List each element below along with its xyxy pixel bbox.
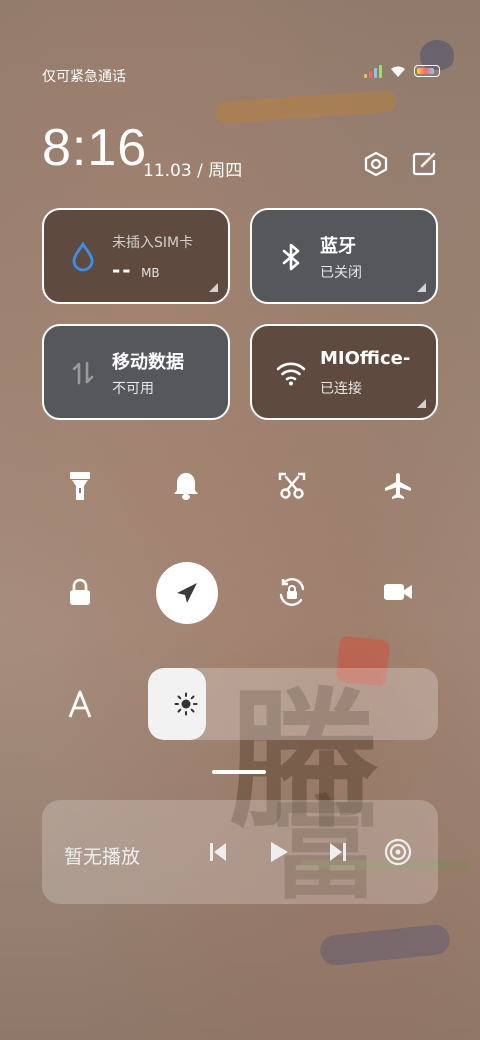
expand-corner-icon	[417, 399, 426, 408]
airplane-toggle[interactable]	[378, 466, 418, 506]
sim-value: --	[112, 258, 133, 282]
navigation-arrow-icon	[177, 583, 197, 603]
expand-corner-icon	[209, 283, 218, 292]
wifi-tile[interactable]: MIOffice- 已连接	[250, 324, 438, 420]
sun-icon	[174, 692, 198, 716]
bluetooth-label: 蓝牙	[320, 236, 356, 257]
bell-icon	[174, 473, 198, 500]
flashlight-toggle[interactable]	[60, 466, 100, 506]
brightness-slider[interactable]	[148, 668, 438, 740]
wifi-label: MIOffice-	[320, 348, 411, 369]
carrier-status: 仅可紧急通话	[42, 69, 126, 85]
scissors-frame-icon	[278, 472, 306, 499]
wifi-status-icon	[391, 65, 405, 77]
clock-date: 11.03 / 周四	[143, 161, 243, 181]
bluetooth-tile[interactable]: 蓝牙 已关闭	[250, 208, 438, 304]
data-arrows-icon	[72, 361, 94, 385]
lock-icon	[70, 578, 90, 605]
mobile-data-status: 不可用	[112, 381, 154, 397]
status-icons	[364, 64, 440, 78]
cast-icon[interactable]	[384, 838, 412, 866]
mobile-data-label: 移动数据	[112, 352, 184, 373]
previous-icon[interactable]	[208, 840, 228, 864]
wifi-icon	[276, 362, 306, 386]
water-drop-icon	[72, 241, 94, 272]
video-camera-icon	[384, 584, 412, 600]
rotation-lock-toggle[interactable]	[272, 572, 312, 612]
bluetooth-status: 已关闭	[320, 265, 362, 281]
flashlight-icon	[70, 472, 90, 500]
sim-usage: -- MB	[112, 258, 160, 282]
wifi-status: 已连接	[320, 381, 362, 397]
play-icon[interactable]	[268, 840, 290, 864]
screenshot-toggle[interactable]	[272, 466, 312, 506]
font-a-icon	[68, 690, 92, 718]
sim-data-tile[interactable]: 未插入SIM卡 -- MB	[42, 208, 230, 304]
sim-unit: MB	[141, 266, 160, 280]
edit-icon[interactable]	[410, 150, 438, 178]
rotation-lock-icon	[279, 578, 305, 606]
lock-toggle[interactable]	[60, 572, 100, 612]
media-status-label: 暂无播放	[64, 846, 141, 868]
bluetooth-icon	[282, 243, 300, 271]
bell-toggle[interactable]	[166, 466, 206, 506]
panel-drag-handle[interactable]	[212, 770, 266, 774]
clock-time: 8:16	[42, 119, 148, 177]
font-toggle[interactable]	[60, 684, 100, 724]
location-toggle[interactable]	[156, 562, 218, 624]
settings-hex-icon[interactable]	[362, 150, 390, 178]
airplane-icon	[385, 473, 411, 499]
media-card: 暂无播放	[42, 800, 438, 904]
sim-label: 未插入SIM卡	[112, 235, 194, 251]
expand-corner-icon	[417, 283, 426, 292]
video-toggle[interactable]	[378, 572, 418, 612]
signal-icon	[364, 64, 382, 78]
battery-icon	[414, 65, 440, 77]
next-icon[interactable]	[328, 840, 348, 864]
mobile-data-tile[interactable]: 移动数据 不可用	[42, 324, 230, 420]
